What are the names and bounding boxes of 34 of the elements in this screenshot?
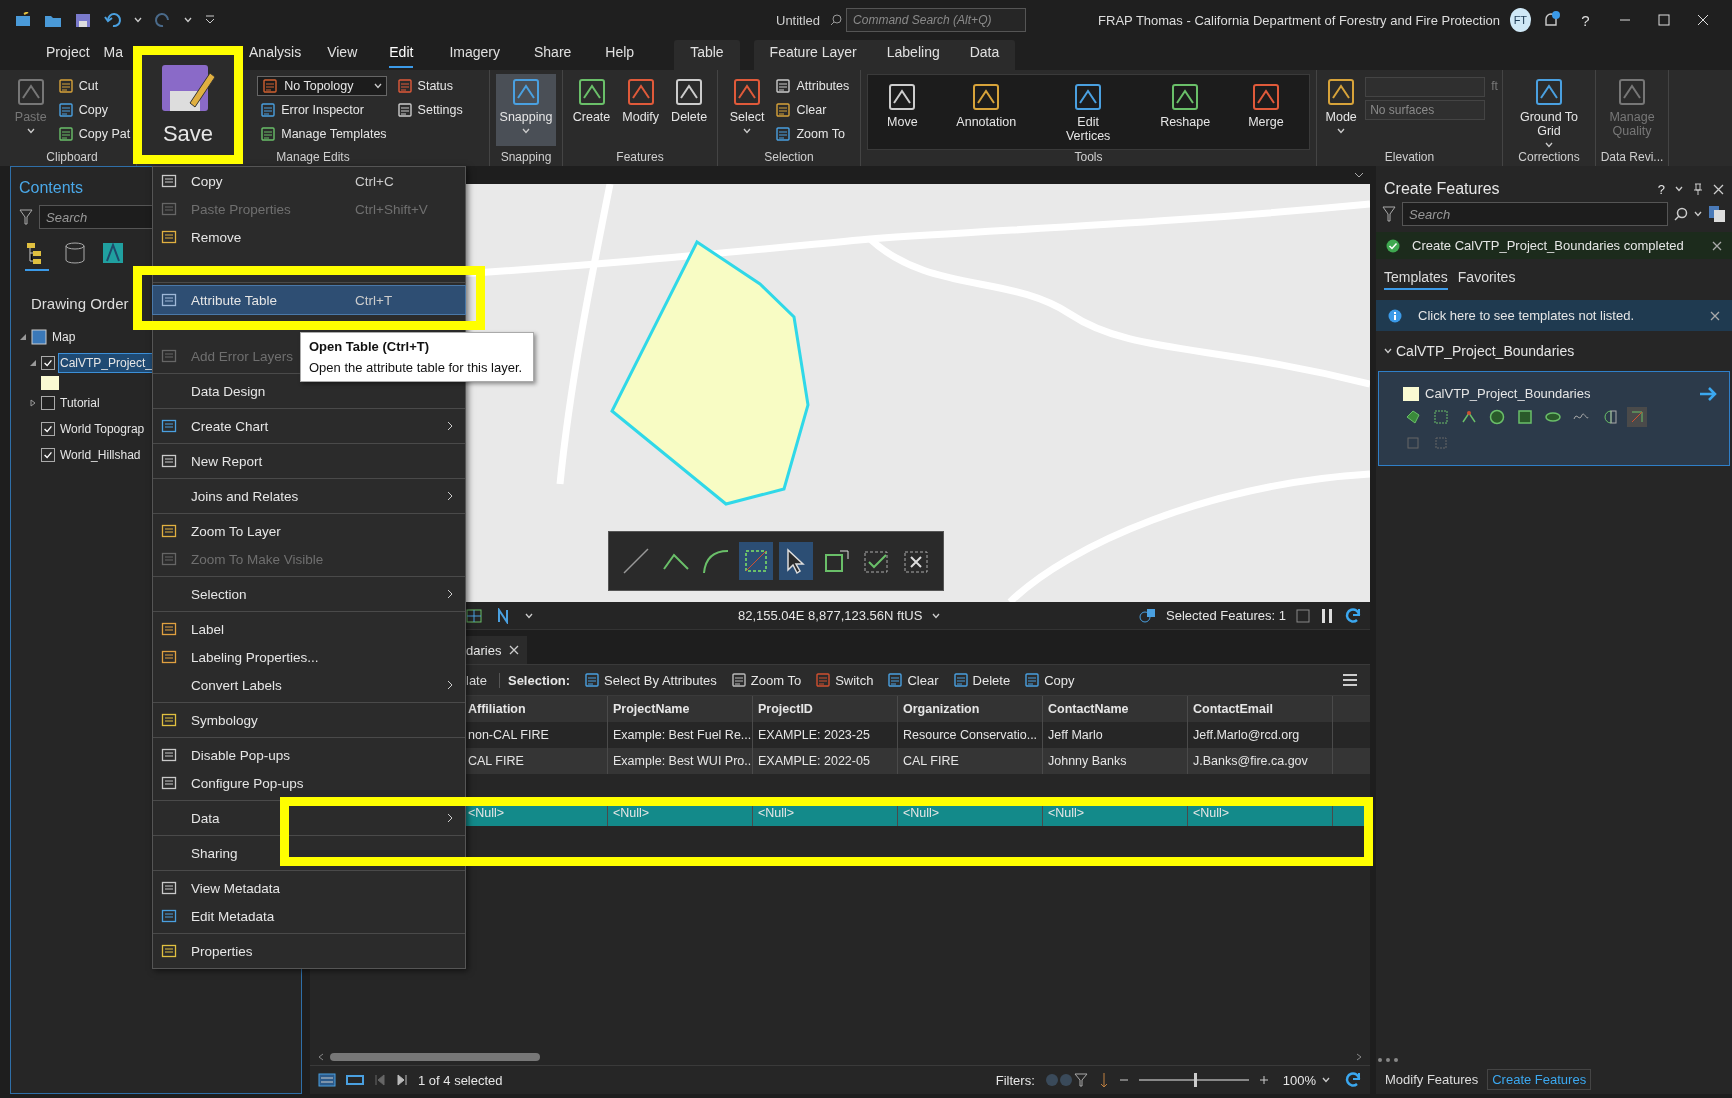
group-label: Snapping — [499, 150, 553, 166]
table-cell: Example: Best WUI Pro... — [608, 748, 753, 774]
table-cell: <Null> — [898, 800, 1043, 826]
tooltip-title: Open Table (Ctrl+T) — [309, 339, 430, 354]
table-cell: <Null> — [608, 800, 753, 826]
selection-label: Selection: — [498, 672, 575, 688]
table-cell: <Null> — [753, 800, 898, 826]
group-label: Tools — [1073, 150, 1104, 166]
table-cell: EXAMPLE: 2022-05 — [753, 748, 898, 774]
group-label: Elevation — [1383, 150, 1436, 166]
group-label: Selection — [763, 150, 815, 166]
filters-label: Filters: — [995, 1072, 1035, 1088]
selection-count: 1 of 4 selected — [418, 1072, 503, 1088]
save-label: Save — [162, 121, 214, 147]
group-label: Corrections — [1517, 150, 1581, 166]
section-heading: Drawing Order — [31, 295, 129, 312]
window-title: FRAP Thomas - California Department of Forestry and Fire Protection — [1098, 12, 1501, 28]
table-cell: <Null> — [1188, 800, 1333, 826]
table-cell: Johnny Banks — [1043, 748, 1188, 774]
selected-features-count: Selected Features: 1 — [1166, 608, 1286, 623]
table-cell: CAL FIRE — [898, 748, 1043, 774]
document-title: Untitled — [776, 12, 821, 28]
table-cell: <Null> — [1043, 800, 1188, 826]
coordinate-readout: 82,155.04E 8,877,123.56N ftUS — [738, 608, 923, 623]
table-cell: J.Banks@fire.ca.gov — [1188, 748, 1333, 774]
group-label: Data Revi... — [1599, 150, 1665, 166]
group-label: Features — [615, 150, 665, 166]
group-label: Clipboard — [45, 150, 99, 166]
pane-title: Contents — [19, 179, 84, 197]
template-name: CalVTP_Project_Boundaries — [1425, 386, 1592, 401]
notification-message: Create CalVTP_Project_Boundaries completed — [1412, 238, 1685, 253]
pane-title: Create Features — [1384, 180, 1501, 198]
tooltip-text: Open the attribute table for this layer. — [309, 360, 523, 375]
group-label: Manage Edits — [275, 150, 351, 166]
